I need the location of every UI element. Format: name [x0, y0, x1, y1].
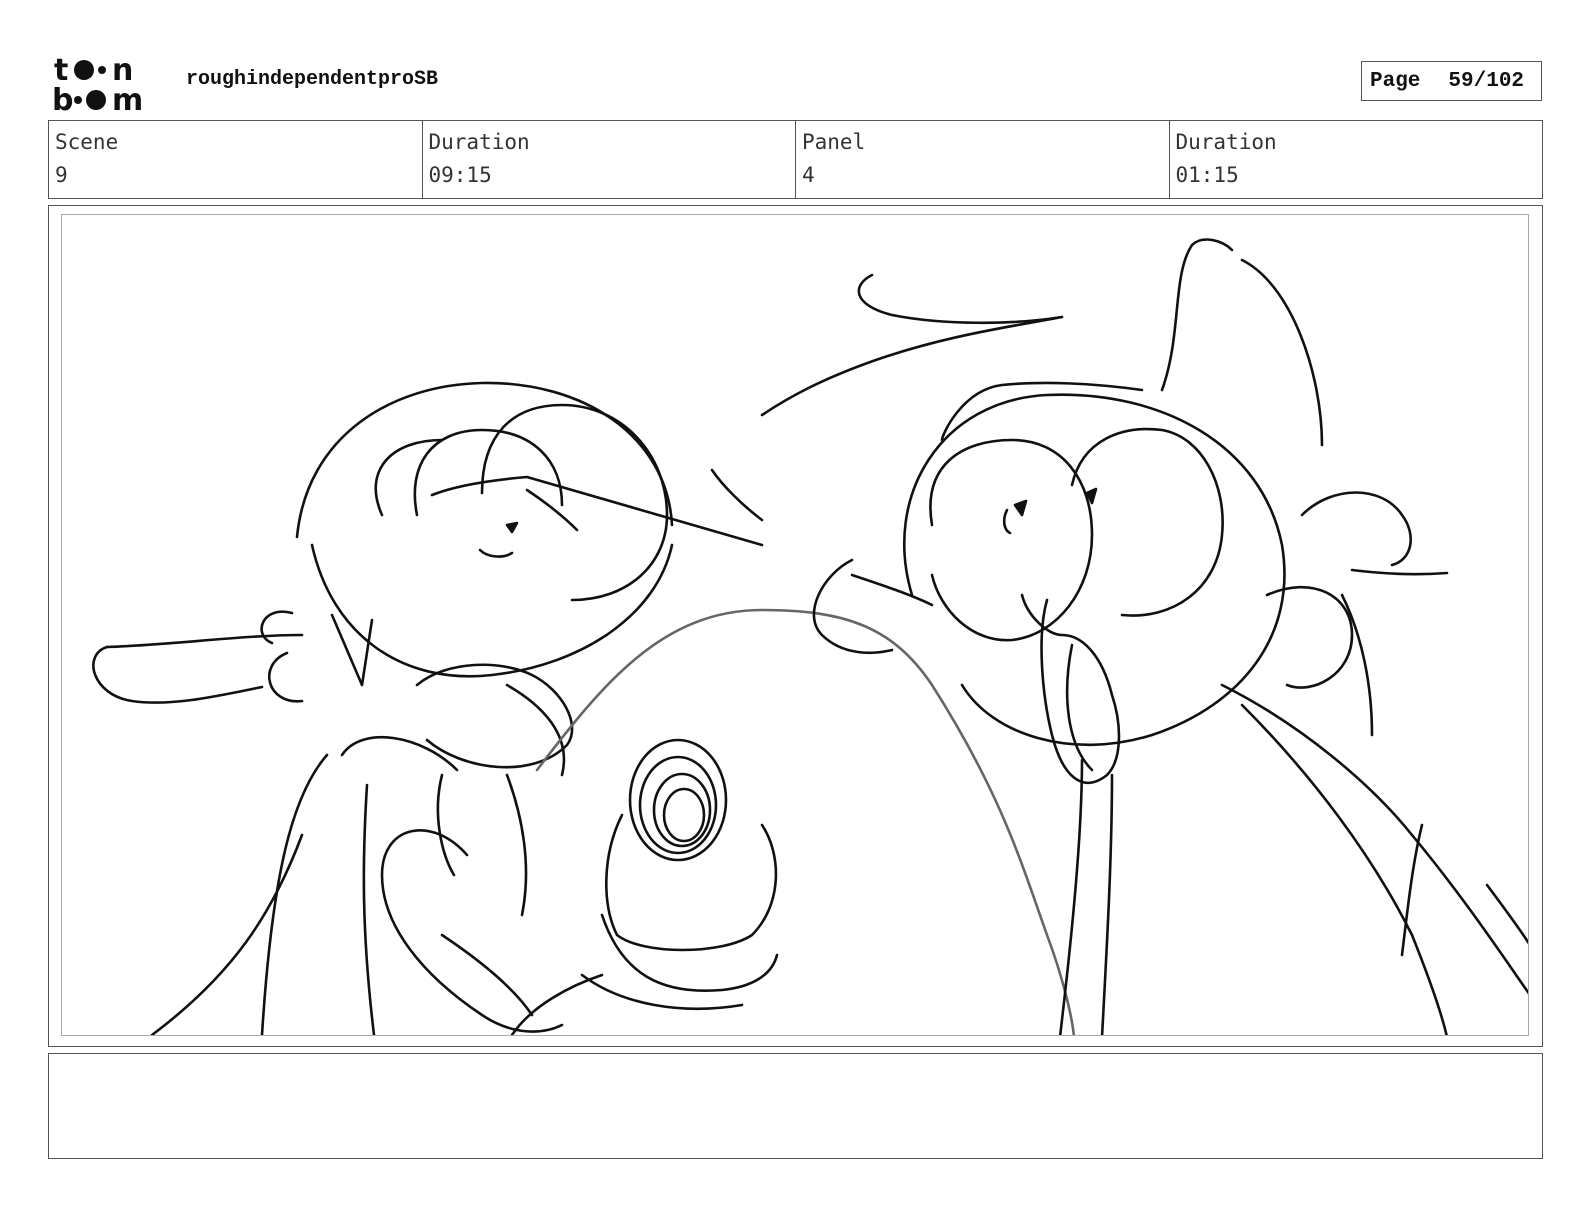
scene-duration-value: 09:15	[428, 163, 492, 187]
page-number: 59/102	[1448, 69, 1525, 93]
page-indicator: Page 59/102	[1361, 61, 1542, 101]
project-title: roughindependentproSB	[186, 68, 439, 91]
scene-label: Scene	[55, 130, 119, 154]
panel-label: Panel	[802, 130, 866, 154]
sketch-camera	[510, 738, 779, 1035]
panel-info-table: Scene 9 Duration 09:15 Panel 4 Duration …	[48, 120, 1543, 199]
panel-duration-value: 01:15	[1175, 163, 1239, 187]
toon-boom-logo: t n b m	[50, 50, 166, 118]
page-label: Page	[1370, 69, 1421, 93]
storyboard-panel-frame	[48, 205, 1543, 1047]
panel-duration-cell: Duration 01:15	[1170, 121, 1543, 198]
scene-cell: Scene 9	[49, 121, 423, 198]
svg-text:b: b	[52, 83, 73, 114]
svg-text:m: m	[112, 83, 143, 114]
scene-duration-label: Duration	[428, 130, 530, 154]
storyboard-panel-image	[61, 214, 1529, 1036]
sketch-left-character	[92, 381, 764, 1035]
panel-value: 4	[802, 163, 815, 187]
scene-duration-cell: Duration 09:15	[423, 121, 796, 198]
panel-cell: Panel 4	[796, 121, 1170, 198]
panel-notes-box	[48, 1053, 1543, 1159]
scene-value: 9	[55, 163, 68, 187]
sketch-right-character	[710, 238, 1528, 1035]
panel-duration-label: Duration	[1175, 130, 1277, 154]
